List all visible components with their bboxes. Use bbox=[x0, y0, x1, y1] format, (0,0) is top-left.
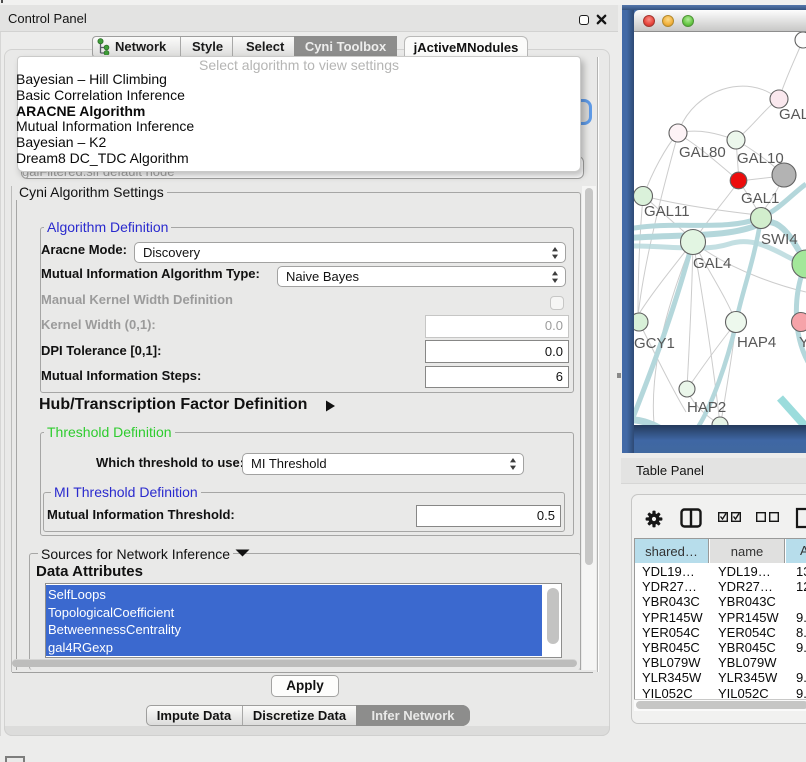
svg-text:HAP4: HAP4 bbox=[737, 334, 776, 351]
svg-text:SWI4: SWI4 bbox=[761, 231, 798, 248]
svg-text:GAL10: GAL10 bbox=[737, 150, 784, 167]
svg-text:GCY1: GCY1 bbox=[634, 335, 675, 352]
svg-text:GAL1: GAL1 bbox=[741, 190, 779, 207]
svg-text:GAL4: GAL4 bbox=[693, 255, 731, 272]
svg-text:GAL11: GAL11 bbox=[644, 203, 690, 220]
svg-text:Y: Y bbox=[799, 334, 806, 351]
svg-text:GAL80: GAL80 bbox=[679, 144, 726, 161]
svg-text:HAP2: HAP2 bbox=[687, 399, 726, 416]
svg-text:GAL: GAL bbox=[779, 106, 806, 123]
